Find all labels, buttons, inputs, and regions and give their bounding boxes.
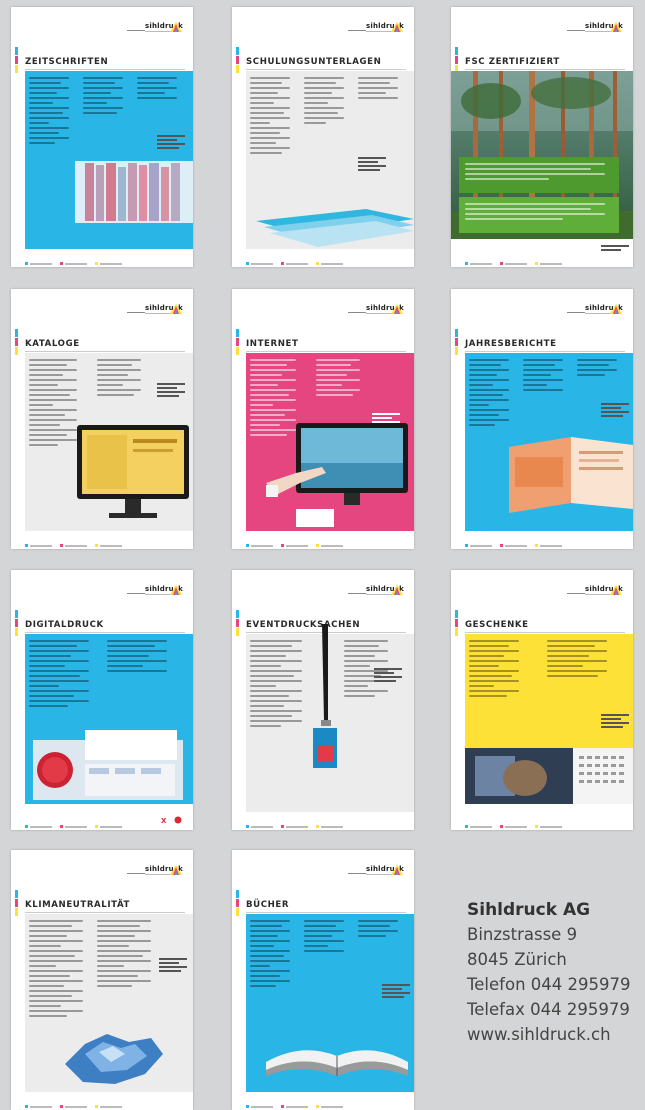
calendar-image: [465, 748, 633, 804]
binders-image: [256, 209, 414, 247]
company-phone: Telefon 044 295979: [467, 975, 631, 994]
magazines-image: [75, 161, 193, 223]
ice-image: [65, 1034, 163, 1084]
card-title: KATALOGE: [25, 339, 80, 349]
cyan-panel: [25, 634, 193, 804]
card-title: KLIMANEUTRALITÄT: [25, 900, 131, 910]
sihldruck-logo: sihldruck: [348, 864, 404, 878]
card-title: DIGITALDRUCK: [25, 620, 104, 630]
company-name: Sihldruck AG: [467, 900, 591, 920]
card-title: INTERNET: [246, 339, 299, 349]
grey-panel: [246, 71, 414, 249]
color-strip: [15, 47, 18, 81]
brochure-card-internet[interactable]: sihldruck INTERNET: [232, 289, 414, 549]
svg-text:X: X: [161, 817, 167, 824]
color-strip: [236, 610, 239, 644]
card-title: JAHRESBERICHTE: [465, 339, 557, 349]
brochure-card-eventdrucksachen[interactable]: sihldruck EVENTDRUCKSACHEN: [232, 570, 414, 830]
card-title: EVENTDRUCKSACHEN: [246, 620, 361, 630]
color-strip: [236, 47, 239, 81]
card-title: ZEITSCHRIFTEN: [25, 57, 109, 67]
brochure-card-kataloge[interactable]: sihldruck KATALOGE: [11, 289, 193, 549]
green-statement-box-2: [459, 197, 619, 233]
color-strip: [455, 329, 458, 363]
card-title: GESCHENKE: [465, 620, 529, 630]
brochure-card-klimaneutralitaet[interactable]: sihldruck KLIMANEUTRALITÄT: [11, 850, 193, 1110]
company-city: 8045 Zürich: [467, 950, 567, 969]
color-strip: [15, 610, 18, 644]
sihldruck-logo: sihldruck: [127, 303, 183, 317]
cyan-panel: [465, 353, 633, 531]
company-website[interactable]: www.sihldruck.ch: [467, 1022, 631, 1047]
grey-panel: [25, 914, 193, 1092]
printouts-image: [33, 730, 183, 800]
color-strip: [236, 329, 239, 363]
sihldruck-logo: sihldruck: [127, 864, 183, 878]
brochure-card-schulungsunterlagen[interactable]: sihldruck SCHULUNGSUNTERLAGEN: [232, 7, 414, 267]
cyan-panel: [25, 71, 193, 249]
grey-panel: [246, 624, 414, 812]
cyan-panel: [246, 914, 414, 1092]
annual-report-image: [509, 437, 633, 513]
sihldruck-logo: sihldruck: [567, 303, 623, 317]
magenta-panel: [246, 353, 414, 531]
color-strip: [236, 890, 239, 924]
lanyard-image: [313, 624, 337, 768]
monitor-hand-image: [266, 423, 408, 527]
color-strip: [15, 329, 18, 363]
open-book-image: [266, 1050, 408, 1076]
sihldruck-logo: sihldruck: [127, 584, 183, 598]
company-fax: Telefax 044 295979: [467, 1000, 630, 1019]
sihldruck-logo: sihldruck: [567, 584, 623, 598]
sihldruck-logo: sihldruck: [567, 21, 623, 35]
yellow-panel: [465, 634, 633, 804]
company-street: Binzstrasse 9: [467, 925, 578, 944]
sihldruck-logo: sihldruck: [348, 584, 404, 598]
color-strip: [15, 890, 18, 924]
card-title: FSC ZERTIFIZIERT: [465, 57, 560, 67]
sihldruck-logo: sihldruck: [348, 21, 404, 35]
green-statement-box: [459, 157, 619, 193]
brochure-card-zeitschriften[interactable]: sihldruck ZEITSCHRIFTEN: [11, 7, 193, 267]
sihldruck-logo: sihldruck: [348, 303, 404, 317]
card-title: SCHULUNGSUNTERLAGEN: [246, 57, 382, 67]
xerox-logo: X: [161, 816, 182, 824]
brochure-card-buecher[interactable]: sihldruck BÜCHER: [232, 850, 414, 1110]
company-contact-block: Sihldruck AG Binzstrasse 9 8045 Zürich T…: [467, 898, 631, 1047]
monitor-image: [77, 425, 189, 518]
brochure-card-jahresberichte[interactable]: sihldruck JAHRESBERICHTE: [451, 289, 633, 549]
grey-panel: [25, 353, 193, 531]
brochure-card-digitaldruck[interactable]: sihldruck DIGITALDRUCK X: [11, 570, 193, 830]
brochure-card-geschenke[interactable]: sihldruck GESCHENKE: [451, 570, 633, 830]
card-title: BÜCHER: [246, 900, 290, 910]
sihldruck-logo: sihldruck: [127, 21, 183, 35]
color-strip: [455, 610, 458, 644]
brochure-card-fsc[interactable]: sihldruck FSC ZERTIFIZIERT: [451, 7, 633, 267]
